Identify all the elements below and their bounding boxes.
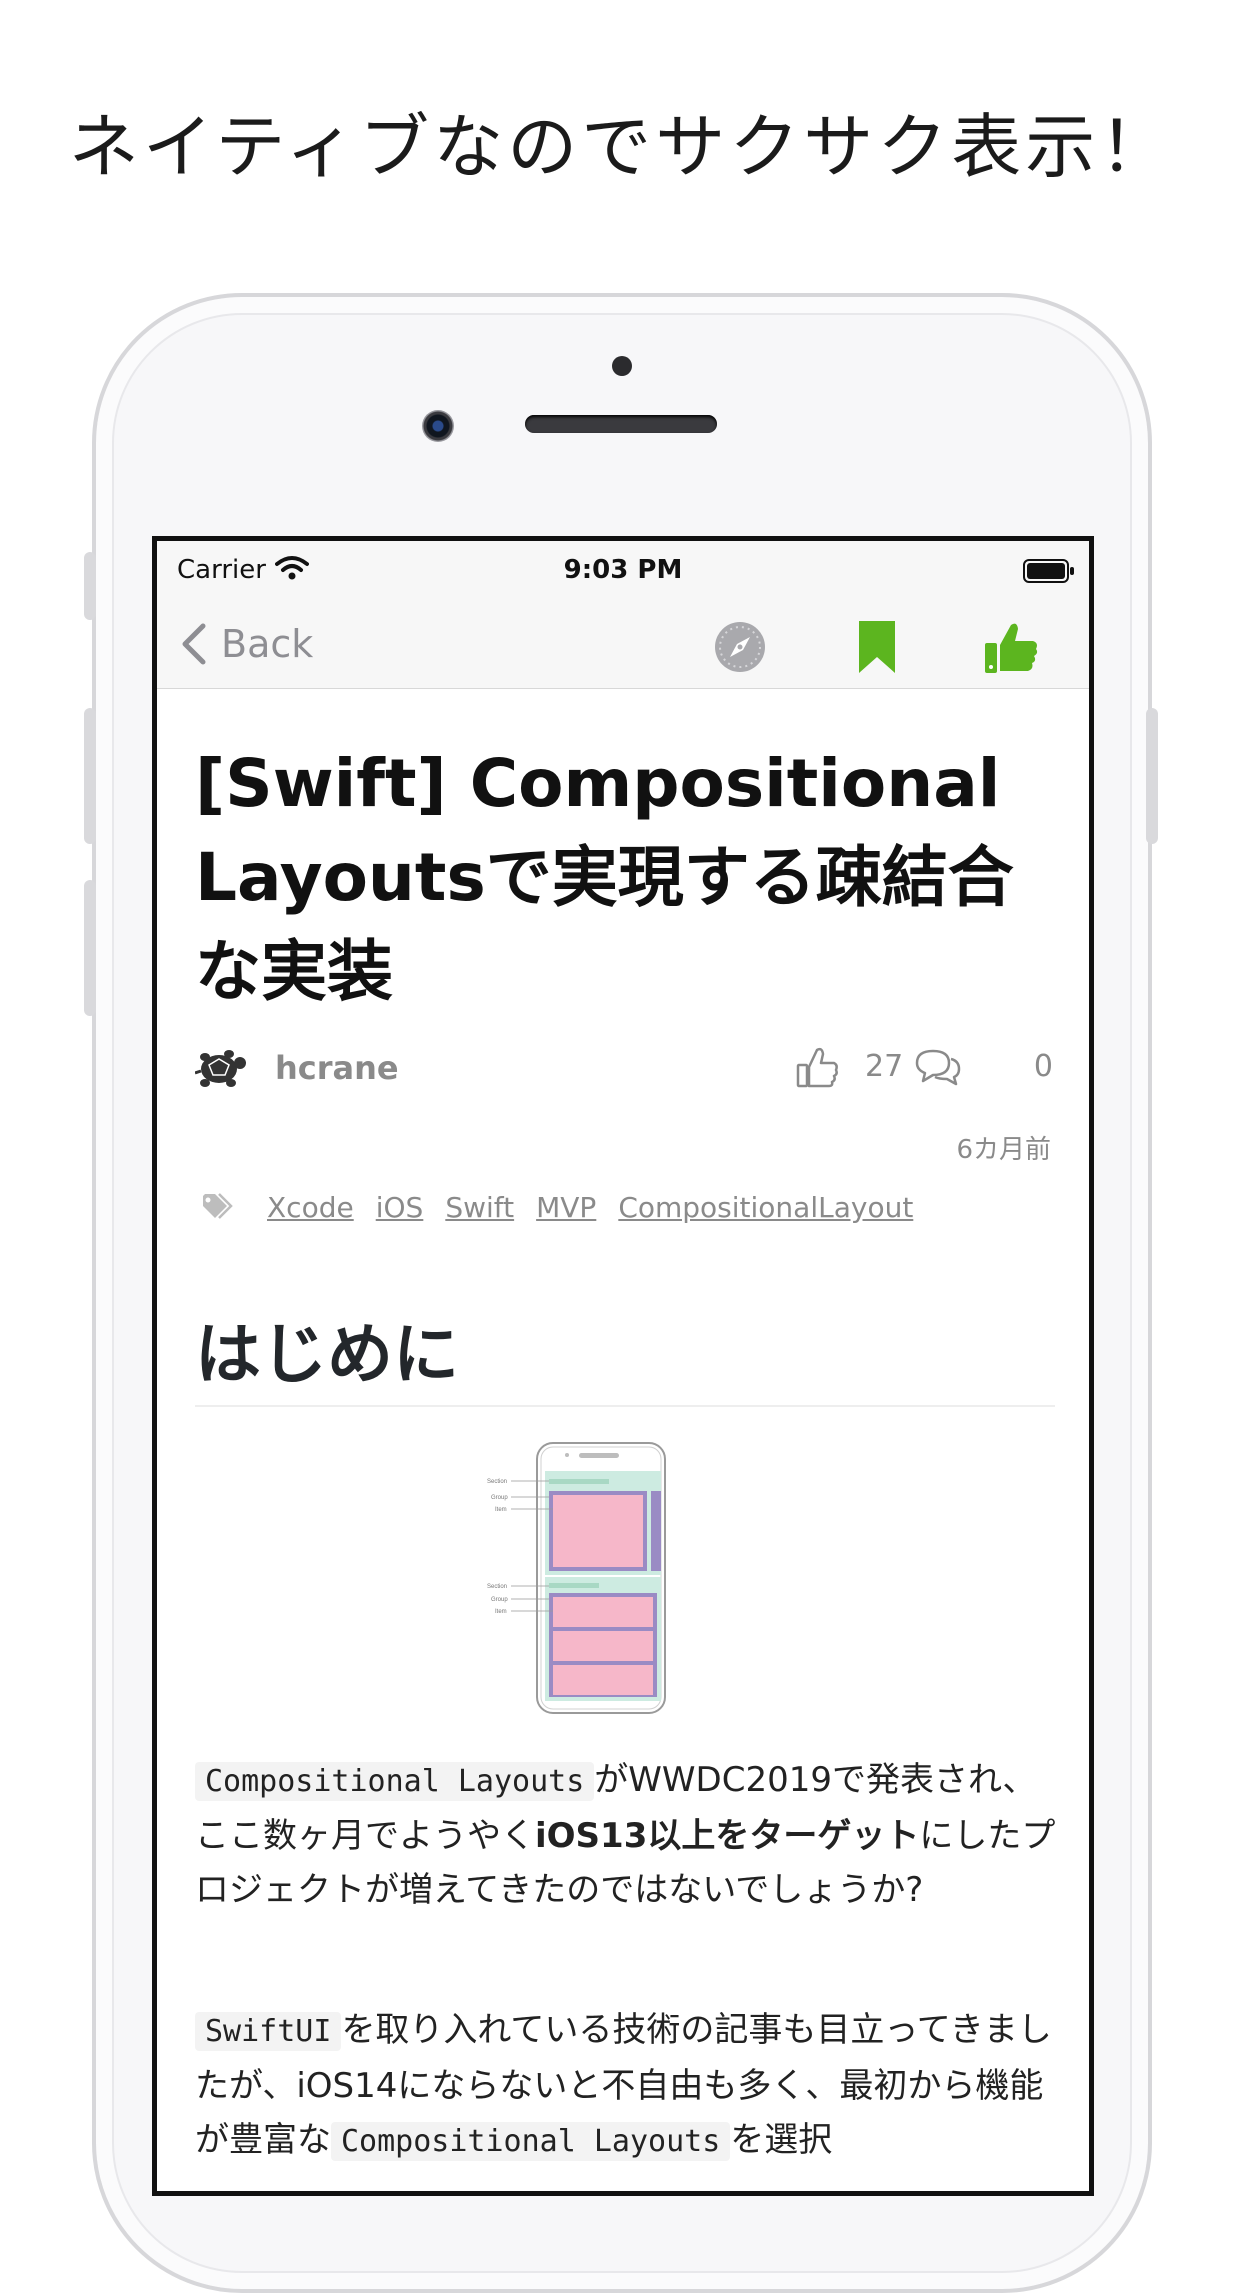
mute-switch	[84, 552, 96, 620]
battery-icon	[1023, 559, 1074, 583]
tag-compositionallayout[interactable]: CompositionalLayout	[618, 1191, 913, 1224]
inline-code: Compositional Layouts	[195, 1762, 595, 1801]
proximity-sensor	[612, 356, 632, 376]
earpiece-speaker	[525, 415, 717, 433]
comment-count: 0	[1033, 1049, 1053, 1084]
section-heading: はじめに	[195, 1316, 459, 1393]
inline-code: SwiftUI	[195, 2012, 342, 2051]
diagram-label-item-2: Item	[495, 1609, 507, 1615]
article-title: [Swift] Compositional Layoutsで実現する疎結合な実装	[195, 745, 1014, 1010]
diagram-label-section-2: Section	[487, 1584, 507, 1590]
thumbs-up-outline-icon[interactable]	[795, 1045, 839, 1089]
paragraph-text: を選択	[730, 2120, 833, 2160]
bold-text: iOS13以上をターゲット	[535, 1816, 920, 1856]
back-button[interactable]: Back	[179, 619, 313, 669]
turtle-avatar-icon[interactable]	[195, 1041, 247, 1093]
diagram-label-group-2: Group	[491, 1597, 508, 1603]
tag-swift[interactable]: Swift	[445, 1191, 514, 1224]
power-button	[1146, 708, 1158, 844]
diagram-label-item: Item	[495, 1507, 507, 1513]
posted-date: 6カ月前	[956, 1135, 1051, 1165]
promo-caption: ネイティブなのでサクサク表示！	[68, 106, 1174, 188]
comment-bubbles-icon[interactable]	[913, 1047, 963, 1087]
tag-xcode[interactable]: Xcode	[267, 1191, 354, 1224]
tags-row: Xcode iOS Swift MVP CompositionalLayout	[201, 1185, 935, 1229]
tag-icon	[203, 1193, 233, 1219]
volume-down-button	[84, 880, 96, 1016]
tag-ios[interactable]: iOS	[376, 1191, 424, 1224]
paragraph-1: Compositional Layouts がWWDC2019で発表され、ここ数ヶ…	[195, 1753, 1063, 1917]
front-camera	[422, 410, 454, 442]
author-row: hcrane 27 0	[195, 1039, 1055, 1099]
status-time: 9:03 PM	[563, 555, 683, 585]
bookmark-icon[interactable]	[849, 619, 905, 675]
author-name[interactable]: hcrane	[275, 1049, 399, 1087]
volume-up-button	[84, 708, 96, 844]
compositional-layout-diagram[interactable]: Section Group Item Section Group Item	[487, 1441, 667, 1717]
paragraph-2: SwiftUI を取り入れている技術の記事も目立ってきましたが、iOS14にならな…	[195, 2003, 1063, 2169]
navigation-bar: Back	[157, 601, 1089, 689]
back-label: Back	[221, 622, 314, 666]
diagram-label-group: Group	[491, 1495, 508, 1501]
tag-mvp[interactable]: MVP	[536, 1191, 596, 1224]
diagram-label-section: Section	[487, 1479, 507, 1485]
safari-compass-icon[interactable]	[712, 619, 768, 675]
like-count: 27	[865, 1049, 904, 1084]
inline-code: Compositional Layouts	[331, 2122, 731, 2161]
phone-screen: Carrier 9:03 PM Back [Swift] Composition…	[152, 536, 1094, 2196]
chevron-left-icon	[182, 623, 206, 665]
heading-divider	[195, 1405, 1055, 1407]
thumbs-up-filled-icon[interactable]	[983, 619, 1039, 675]
status-bar: Carrier 9:03 PM	[157, 541, 1089, 601]
